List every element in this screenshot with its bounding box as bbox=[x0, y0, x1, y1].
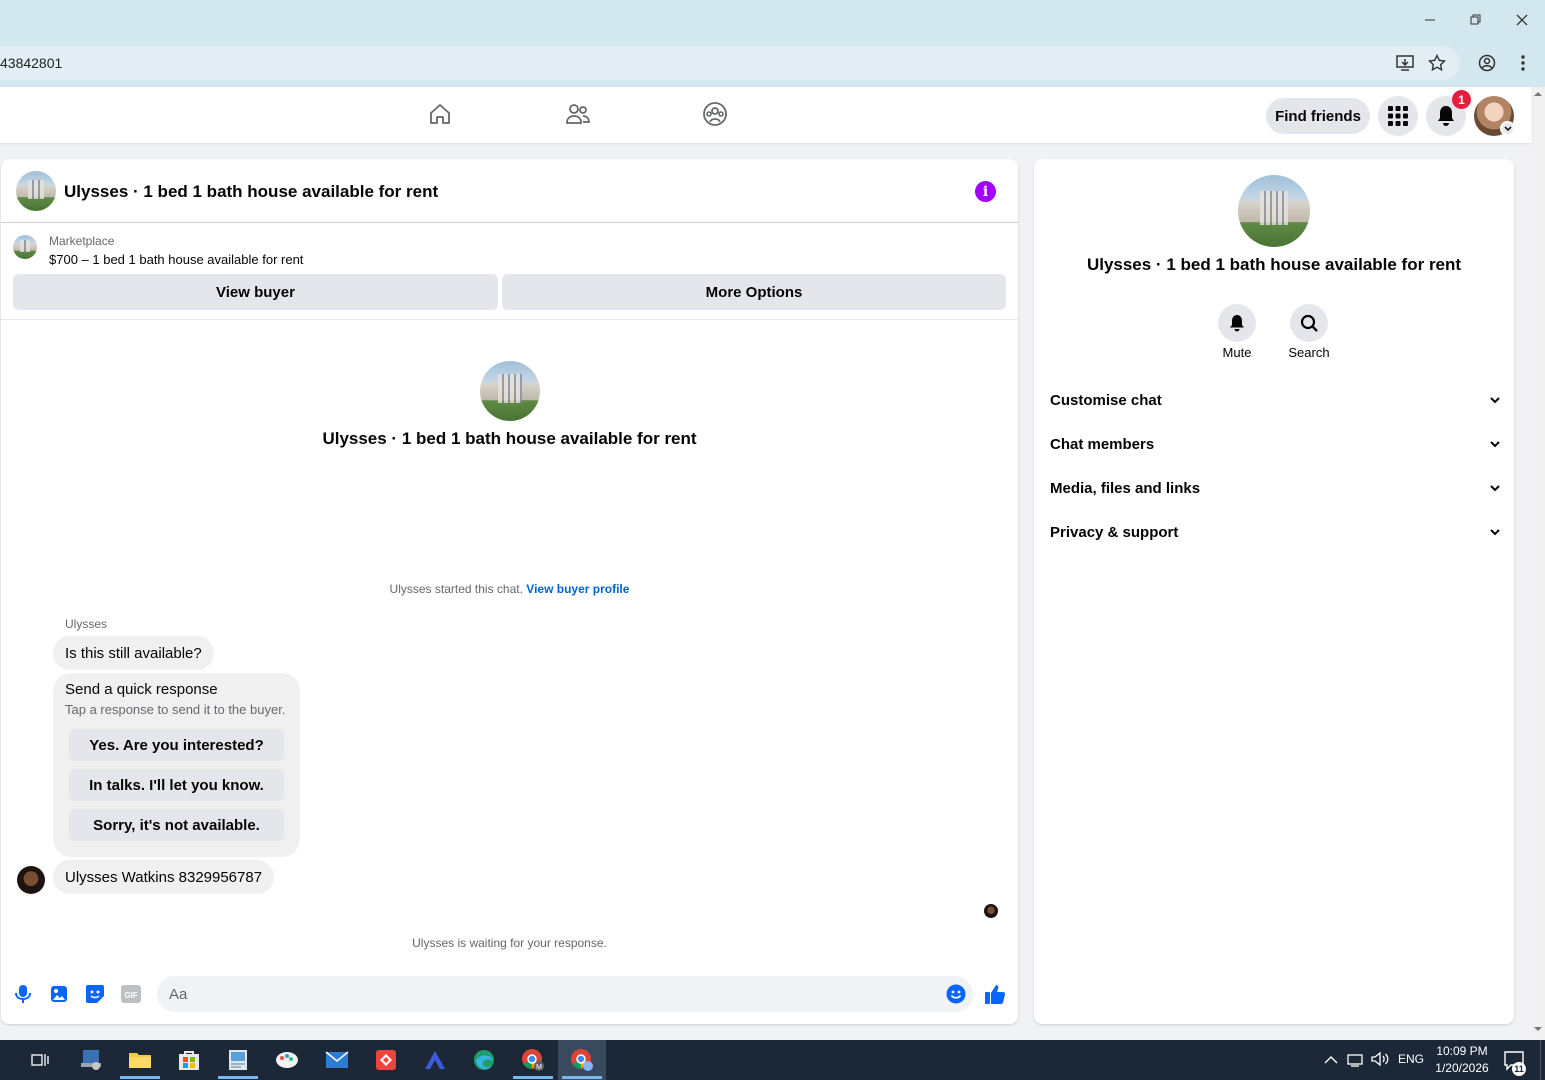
sticker-icon[interactable] bbox=[84, 983, 106, 1005]
conversation-title: Ulysses · 1 bed 1 bath house available f… bbox=[322, 429, 697, 448]
active-app-indicator bbox=[218, 1076, 258, 1079]
active-app-indicator bbox=[562, 1076, 602, 1079]
search-icon[interactable] bbox=[1290, 304, 1328, 342]
info-icon[interactable]: i bbox=[975, 181, 996, 202]
section-chat-members[interactable]: Chat members bbox=[1050, 426, 1500, 462]
chat-title[interactable]: Ulysses · 1 bed 1 bath house available f… bbox=[64, 182, 438, 202]
clock-time[interactable]: 10:09 PM bbox=[1432, 1044, 1492, 1058]
file-explorer-icon[interactable] bbox=[125, 1045, 155, 1075]
active-app-indicator bbox=[513, 1076, 553, 1079]
svg-text:M: M bbox=[536, 1064, 542, 1071]
listing-thumbnail[interactable] bbox=[13, 235, 37, 259]
notification-badge: 1 bbox=[1452, 90, 1471, 109]
active-app-indicator bbox=[120, 1076, 160, 1079]
window-titlebar bbox=[0, 0, 1545, 40]
section-label: Chat members bbox=[1050, 435, 1155, 453]
chevron-down-icon bbox=[1490, 440, 1500, 447]
photo-icon[interactable] bbox=[48, 983, 70, 1005]
mail-icon[interactable] bbox=[322, 1045, 352, 1075]
view-buyer-button[interactable]: View buyer bbox=[13, 274, 498, 310]
section-customise-chat[interactable]: Customise chat bbox=[1050, 382, 1500, 418]
chevron-down-icon bbox=[1490, 396, 1500, 403]
anydesk-icon[interactable] bbox=[371, 1045, 401, 1075]
svg-text:GIF: GIF bbox=[124, 991, 137, 1000]
page-scrollbar[interactable] bbox=[1531, 87, 1545, 1040]
quick-response-subtitle: Tap a response to send it to the buyer. bbox=[65, 702, 286, 717]
divider bbox=[1, 222, 1018, 223]
chrome-profile-icon[interactable] bbox=[567, 1045, 597, 1075]
store-icon[interactable] bbox=[174, 1045, 204, 1075]
chat-header-avatar[interactable] bbox=[16, 171, 56, 211]
action-center-badge: 11 bbox=[1512, 1062, 1526, 1076]
sender-avatar[interactable] bbox=[17, 866, 45, 894]
seen-indicator-avatar bbox=[984, 904, 998, 918]
url-text[interactable]: 43842801 bbox=[0, 55, 62, 71]
section-label: Privacy & support bbox=[1050, 523, 1179, 541]
task-view-icon[interactable] bbox=[25, 1045, 55, 1075]
browser-menu-icon[interactable] bbox=[1512, 52, 1534, 74]
show-desktop-button[interactable] bbox=[1540, 1040, 1545, 1080]
message-input[interactable] bbox=[157, 976, 973, 1012]
details-avatar bbox=[1238, 175, 1310, 247]
chevron-down-icon bbox=[1490, 528, 1500, 535]
friends-icon[interactable] bbox=[564, 100, 592, 128]
message-bubble[interactable]: Ulysses Watkins 8329956787 bbox=[53, 860, 275, 894]
url-box[interactable] bbox=[0, 46, 1460, 80]
sender-name: Ulysses bbox=[65, 617, 108, 631]
bookmark-star-icon[interactable] bbox=[1426, 52, 1448, 74]
restore-button[interactable] bbox=[1464, 8, 1488, 32]
chevron-down-icon bbox=[1490, 484, 1500, 491]
gif-icon[interactable]: GIF bbox=[120, 983, 142, 1005]
chevron-down-icon[interactable] bbox=[1500, 121, 1515, 136]
section-label: Customise chat bbox=[1050, 391, 1162, 409]
clock-date[interactable]: 1/20/2026 bbox=[1432, 1061, 1492, 1075]
section-label: Media, files and links bbox=[1050, 479, 1201, 497]
edge-icon[interactable] bbox=[469, 1045, 499, 1075]
view-buyer-profile-link[interactable]: View buyer profile bbox=[526, 582, 629, 596]
arc-app-icon[interactable] bbox=[420, 1045, 450, 1075]
section-media-files-links[interactable]: Media, files and links bbox=[1050, 470, 1500, 506]
search-label: Search bbox=[1288, 345, 1330, 360]
chat-details-panel bbox=[1034, 159, 1514, 1024]
section-privacy-support[interactable]: Privacy & support bbox=[1050, 514, 1500, 550]
waiting-notice: Ulysses is waiting for your response. bbox=[412, 936, 607, 950]
groups-icon[interactable] bbox=[701, 100, 729, 128]
emoji-icon[interactable] bbox=[945, 983, 967, 1005]
quick-response-option[interactable]: Sorry, it's not available. bbox=[69, 809, 284, 841]
quick-response-option[interactable]: Yes. Are you interested? bbox=[69, 729, 284, 761]
marketplace-label: Marketplace bbox=[49, 234, 115, 248]
network-icon[interactable] bbox=[1347, 1051, 1365, 1072]
conversation-avatar bbox=[480, 361, 540, 421]
like-thumbs-up-icon[interactable] bbox=[984, 983, 1006, 1005]
chat-started-text: Ulysses started this chat. bbox=[389, 582, 523, 596]
language-indicator[interactable]: ENG bbox=[1398, 1052, 1424, 1066]
volume-icon[interactable] bbox=[1371, 1051, 1389, 1072]
menu-grid-icon[interactable] bbox=[1378, 96, 1418, 136]
close-button[interactable] bbox=[1510, 8, 1534, 32]
details-title: Ulysses · 1 bed 1 bath house available f… bbox=[1086, 255, 1462, 274]
chat-started-notice: Ulysses started this chat. View buyer pr… bbox=[1, 582, 1018, 596]
home-icon[interactable] bbox=[426, 100, 454, 128]
profile-icon[interactable] bbox=[1476, 52, 1498, 74]
find-friends-button[interactable]: Find friends bbox=[1266, 98, 1370, 134]
microphone-icon[interactable] bbox=[12, 983, 34, 1005]
quick-response-option[interactable]: In talks. I'll let you know. bbox=[69, 769, 284, 801]
listing-price-title[interactable]: $700 – 1 bed 1 bath house available for … bbox=[49, 252, 303, 267]
message-bubble[interactable]: Is this still available? bbox=[53, 636, 214, 670]
document-app-icon[interactable] bbox=[223, 1045, 253, 1075]
mute-bell-icon[interactable] bbox=[1218, 304, 1256, 342]
paint-app-icon[interactable] bbox=[272, 1045, 302, 1075]
show-hidden-icons-chevron-up-icon[interactable] bbox=[1324, 1052, 1338, 1070]
divider bbox=[1, 319, 1018, 320]
more-options-button[interactable]: More Options bbox=[502, 274, 1006, 310]
mute-label: Mute bbox=[1222, 345, 1252, 360]
chrome-profile-m-icon[interactable]: M bbox=[518, 1045, 548, 1075]
install-app-icon[interactable] bbox=[1394, 52, 1416, 74]
quick-response-title: Send a quick response bbox=[65, 681, 218, 698]
minimize-button[interactable] bbox=[1418, 8, 1442, 32]
computer-app-icon[interactable] bbox=[76, 1045, 106, 1075]
